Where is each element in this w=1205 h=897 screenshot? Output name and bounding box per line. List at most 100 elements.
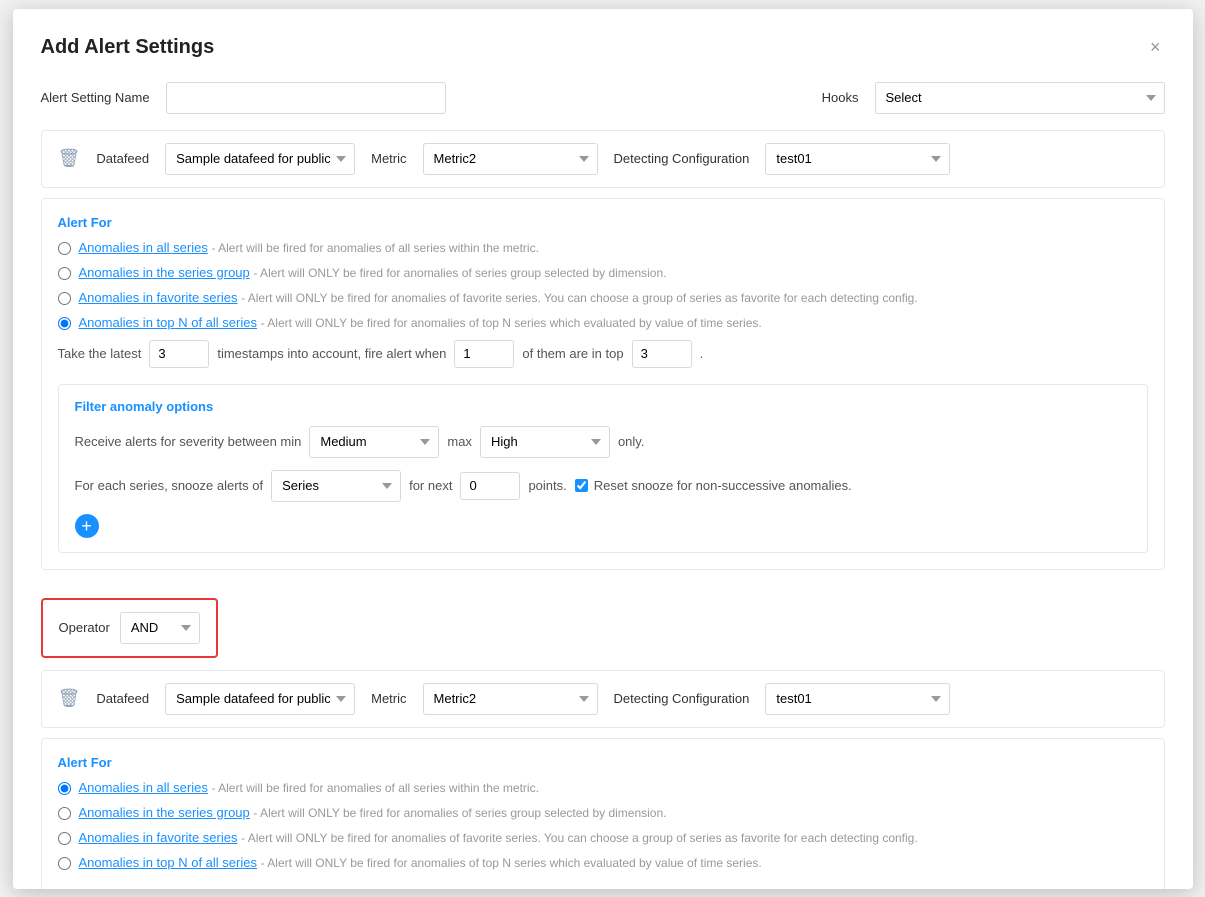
alert-for-card-1: Alert For Anomalies in all series - Aler… xyxy=(41,198,1165,570)
datafeed-label-2: Datafeed xyxy=(96,691,149,706)
radio-all-series-1[interactable] xyxy=(58,242,71,255)
snooze-label-1: For each series, snooze alerts of xyxy=(75,478,264,493)
radio-favorite-series-label-1[interactable]: Anomalies in favorite series - Alert wil… xyxy=(79,290,918,305)
radio-all-series-label-1[interactable]: Anomalies in all series - Alert will be … xyxy=(79,240,539,255)
delete-icon-2[interactable]: 🗑 xyxy=(58,688,81,709)
radio-favorite-series-desc-1: - Alert will ONLY be fired for anomalies… xyxy=(241,291,918,305)
radio-series-group-label-1[interactable]: Anomalies in the series group - Alert wi… xyxy=(79,265,667,280)
detecting-select-1[interactable]: test01 xyxy=(765,143,950,175)
metric-label-2: Metric xyxy=(371,691,406,706)
radio-row-b2-1: Anomalies in all series - Alert will be … xyxy=(58,780,1148,795)
hooks-select[interactable]: Select xyxy=(875,82,1165,114)
radio-all-series-2[interactable] xyxy=(58,782,71,795)
severity-end-label-1: only. xyxy=(618,434,645,449)
alert-setting-name-label: Alert Setting Name xyxy=(41,90,150,105)
radio-series-group-label-2[interactable]: Anomalies in the series group - Alert wi… xyxy=(79,805,667,820)
severity-max-label-1: max xyxy=(447,434,472,449)
radio-all-series-desc-2: - Alert will be fired for anomalies of a… xyxy=(211,781,538,795)
radio-row-3: Anomalies in favorite series - Alert wil… xyxy=(58,290,1148,305)
snooze-points-input-1[interactable] xyxy=(460,472,520,500)
add-filter-button-1[interactable]: + xyxy=(75,514,99,538)
radio-top-n-2[interactable] xyxy=(58,857,71,870)
timestamp-row-1: Take the latest timestamps into account,… xyxy=(58,340,1148,368)
radio-series-group-1[interactable] xyxy=(58,267,71,280)
detecting-label-1: Detecting Configuration xyxy=(614,151,750,166)
radio-all-series-desc-1: - Alert will be fired for anomalies of a… xyxy=(211,241,538,255)
reset-snooze-label-1[interactable]: Reset snooze for non-successive anomalie… xyxy=(575,478,852,493)
block2-top-row: 🗑 Datafeed Sample datafeed for public Me… xyxy=(41,670,1165,728)
modal-header: Add Alert Settings × xyxy=(41,33,1165,62)
datafeed-select-1[interactable]: Sample datafeed for public xyxy=(165,143,355,175)
radio-row-b2-4: Anomalies in top N of all series - Alert… xyxy=(58,855,1148,870)
for-next-label-1: for next xyxy=(409,478,452,493)
radio-series-group-desc-1: - Alert will ONLY be fired for anomalies… xyxy=(253,266,666,280)
alert-for-card-2: Alert For Anomalies in all series - Aler… xyxy=(41,738,1165,889)
radio-series-group-desc-2: - Alert will ONLY be fired for anomalies… xyxy=(253,806,666,820)
severity-row-1: Receive alerts for severity between min … xyxy=(75,426,1131,458)
severity-min-select-1[interactable]: Low Medium High Critical xyxy=(309,426,439,458)
filter-section-1: Filter anomaly options Receive alerts fo… xyxy=(58,384,1148,553)
alert-for-body-2: Anomalies in all series - Alert will be … xyxy=(58,780,1148,870)
radio-top-n-label-1[interactable]: Anomalies in top N of all series - Alert… xyxy=(79,315,762,330)
modal: Add Alert Settings × Alert Setting Name … xyxy=(13,9,1193,889)
radio-top-n-text-2: Anomalies in top N of all series xyxy=(79,855,257,870)
operator-label: Operator xyxy=(59,620,110,635)
add-filter-row-1: + xyxy=(75,514,1131,538)
timestamps-mid-label: timestamps into account, fire alert when xyxy=(217,346,446,361)
operator-select[interactable]: AND OR xyxy=(120,612,200,644)
radio-all-series-label-2[interactable]: Anomalies in all series - Alert will be … xyxy=(79,780,539,795)
radio-series-group-text-1: Anomalies in the series group xyxy=(79,265,250,280)
radio-favorite-series-desc-2: - Alert will ONLY be fired for anomalies… xyxy=(241,831,918,845)
take-latest-label: Take the latest xyxy=(58,346,142,361)
fire-mid-label: of them are in top xyxy=(522,346,623,361)
radio-all-series-text-2: Anomalies in all series xyxy=(79,780,208,795)
radio-top-n-1[interactable] xyxy=(58,317,71,330)
modal-title: Add Alert Settings xyxy=(41,36,215,59)
radio-series-group-text-2: Anomalies in the series group xyxy=(79,805,250,820)
radio-top-n-desc-1: - Alert will ONLY be fired for anomalies… xyxy=(261,316,762,330)
radio-top-n-label-2[interactable]: Anomalies in top N of all series - Alert… xyxy=(79,855,762,870)
metric-select-1[interactable]: Metric2 xyxy=(423,143,598,175)
alert-setting-name-input[interactable] xyxy=(166,82,446,114)
reset-snooze-text-1: Reset snooze for non-successive anomalie… xyxy=(594,478,852,493)
close-button[interactable]: × xyxy=(1146,33,1165,62)
datafeed-label-1: Datafeed xyxy=(96,151,149,166)
radio-top-n-text-1: Anomalies in top N of all series xyxy=(79,315,257,330)
radio-favorite-series-2[interactable] xyxy=(58,832,71,845)
alert-for-label-2: Alert For xyxy=(58,755,112,770)
top-end-label: . xyxy=(700,346,704,361)
radio-row-b2-3: Anomalies in favorite series - Alert wil… xyxy=(58,830,1148,845)
radio-all-series-text-1: Anomalies in all series xyxy=(79,240,208,255)
operator-section: Operator AND OR xyxy=(41,598,218,658)
metric-select-2[interactable]: Metric2 xyxy=(423,683,598,715)
take-latest-input[interactable] xyxy=(149,340,209,368)
metric-label-1: Metric xyxy=(371,151,406,166)
radio-top-n-desc-2: - Alert will ONLY be fired for anomalies… xyxy=(261,856,762,870)
severity-max-select-1[interactable]: Low Medium High Critical xyxy=(480,426,610,458)
detecting-select-2[interactable]: test01 xyxy=(765,683,950,715)
radio-favorite-series-text-2: Anomalies in favorite series xyxy=(79,830,238,845)
snooze-select-1[interactable]: Series Metric Datafeed xyxy=(271,470,401,502)
alert-for-label-1: Alert For xyxy=(58,215,112,230)
alert-for-body-1: Anomalies in all series - Alert will be … xyxy=(58,240,1148,368)
detecting-label-2: Detecting Configuration xyxy=(614,691,750,706)
severity-label-1: Receive alerts for severity between min xyxy=(75,434,302,449)
block1-top-row: 🗑 Datafeed Sample datafeed for public Me… xyxy=(41,130,1165,188)
radio-row-b2-2: Anomalies in the series group - Alert wi… xyxy=(58,805,1148,820)
datafeed-select-2[interactable]: Sample datafeed for public xyxy=(165,683,355,715)
reset-snooze-checkbox-1[interactable] xyxy=(575,479,588,492)
top-n-input[interactable] xyxy=(632,340,692,368)
radio-row-4: Anomalies in top N of all series - Alert… xyxy=(58,315,1148,330)
radio-favorite-series-text-1: Anomalies in favorite series xyxy=(79,290,238,305)
radio-favorite-series-1[interactable] xyxy=(58,292,71,305)
radio-row-2: Anomalies in the series group - Alert wi… xyxy=(58,265,1148,280)
delete-icon-1[interactable]: 🗑 xyxy=(58,148,81,169)
radio-series-group-2[interactable] xyxy=(58,807,71,820)
radio-row-1: Anomalies in all series - Alert will be … xyxy=(58,240,1148,255)
snooze-row-1: For each series, snooze alerts of Series… xyxy=(75,470,1131,502)
fire-when-input[interactable] xyxy=(454,340,514,368)
header-form-row: Alert Setting Name Hooks Select xyxy=(41,82,1165,114)
block1: 🗑 Datafeed Sample datafeed for public Me… xyxy=(41,130,1165,570)
radio-favorite-series-label-2[interactable]: Anomalies in favorite series - Alert wil… xyxy=(79,830,918,845)
filter-label-1: Filter anomaly options xyxy=(75,399,1131,414)
